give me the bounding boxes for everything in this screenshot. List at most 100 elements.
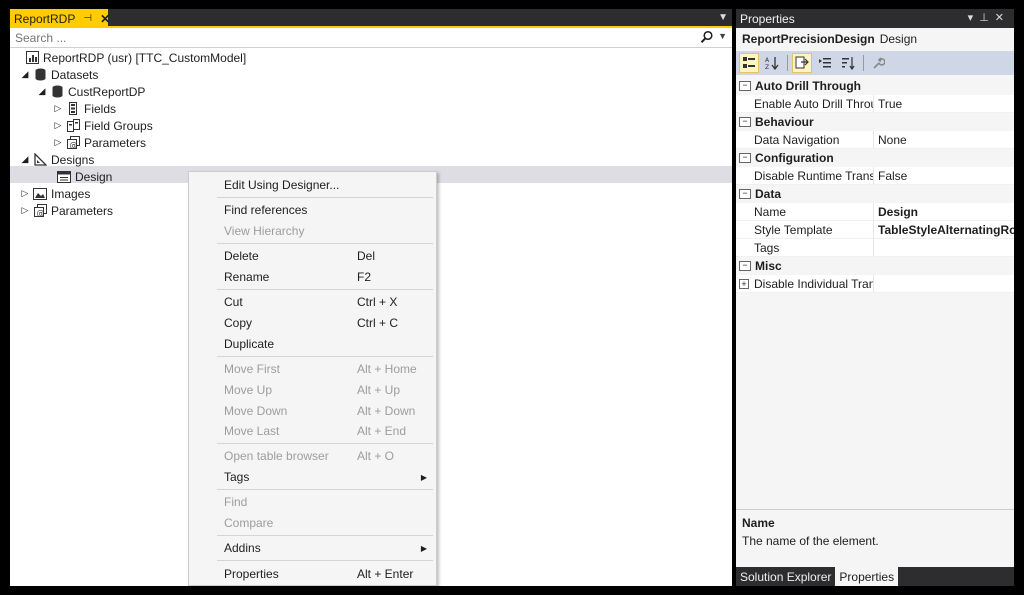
menu-shortcut: Alt + End <box>357 424 407 438</box>
menu-item-properties[interactable]: Properties Alt + Enter <box>189 564 436 584</box>
property-row-data-navigation[interactable]: Data Navigation None <box>736 131 1014 149</box>
tab-list-dropdown-icon[interactable]: ▼ <box>718 12 728 23</box>
menu-separator <box>217 356 433 357</box>
category-configuration[interactable]: − Configuration <box>736 149 1014 167</box>
menu-separator <box>217 289 433 290</box>
menu-shortcut: Alt + Up <box>357 383 401 397</box>
document-tab-reportrdp[interactable]: ReportRDP ⊣ ✕ <box>10 9 110 28</box>
category-auto-drill-through[interactable]: − Auto Drill Through <box>736 77 1014 95</box>
tree-item-datasets[interactable]: ◢ Datasets <box>18 66 99 83</box>
property-row-enable-auto-drill[interactable]: Enable Auto Drill Throug True <box>736 95 1014 113</box>
menu-item-rename[interactable]: Rename F2 <box>189 267 436 287</box>
property-row-style-template[interactable]: Style Template TableStyleAlternatingRow <box>736 221 1014 239</box>
tree-item-label: Images <box>51 186 91 201</box>
tab-solution-explorer[interactable]: Solution Explorer <box>736 567 835 586</box>
menu-separator <box>217 443 433 444</box>
parameters-icon: @ <box>65 136 81 150</box>
document-tab-strip: ReportRDP ⊣ ✕ ▼ <box>10 9 732 28</box>
alphabetical-view-button[interactable]: AZ <box>762 53 782 73</box>
menu-item-copy[interactable]: Copy Ctrl + C <box>189 313 436 333</box>
expand-icon[interactable]: + <box>739 279 749 289</box>
tab-properties[interactable]: Properties <box>835 567 899 586</box>
properties-view-button[interactable] <box>792 53 812 73</box>
category-behaviour[interactable]: − Behaviour <box>736 113 1014 131</box>
collapsed-arrow-icon[interactable]: ▷ <box>18 205 32 216</box>
property-row-tags[interactable]: Tags <box>736 239 1014 257</box>
object-type: Design <box>879 32 918 46</box>
tree-item-field-groups[interactable]: ▷ Field Groups <box>51 117 153 134</box>
toolbar-separator <box>787 55 788 71</box>
collapsed-arrow-icon[interactable]: ▷ <box>51 120 65 131</box>
expanded-arrow-icon[interactable]: ◢ <box>18 69 32 80</box>
search-input[interactable] <box>10 28 690 47</box>
menu-shortcut: Alt + Home <box>357 362 417 376</box>
menu-item-move-up[interactable]: Move Up Alt + Up <box>189 380 436 400</box>
tree-item-fields[interactable]: ▷ Fields <box>51 100 116 117</box>
tree-item-parameters[interactable]: ▷ @ Parameters <box>18 202 114 219</box>
wrench-icon <box>873 57 885 69</box>
collapse-icon[interactable]: − <box>739 261 751 271</box>
menu-item-view-hierarchy[interactable]: View Hierarchy <box>189 221 436 241</box>
properties-object-selector[interactable]: ReportPrecisionDesign Design <box>736 28 1014 50</box>
menu-shortcut: Ctrl + X <box>357 295 398 309</box>
expand-all-button[interactable] <box>815 53 835 73</box>
property-description-panel: Name The name of the element. <box>736 509 1014 567</box>
collapse-icon[interactable]: − <box>739 189 751 199</box>
svg-text:@: @ <box>69 141 77 150</box>
menu-item-addins[interactable]: Addins ▶ <box>189 538 436 558</box>
property-pages-button[interactable] <box>868 53 888 73</box>
sort-button[interactable] <box>838 53 858 73</box>
search-options-chevron-down-icon[interactable]: ▼ <box>718 31 727 41</box>
search-icon[interactable] <box>700 30 714 44</box>
menu-item-edit-using-designer[interactable]: Edit Using Designer... <box>189 175 436 195</box>
expanded-arrow-icon[interactable]: ◢ <box>18 154 32 165</box>
categorized-view-button[interactable] <box>739 53 759 73</box>
tree-item-design[interactable]: Design <box>56 168 112 185</box>
menu-item-move-last[interactable]: Move Last Alt + End <box>189 421 436 441</box>
menu-item-compare[interactable]: Compare <box>189 513 436 533</box>
tree-item-images[interactable]: ▷ Images <box>18 185 91 202</box>
window-dropdown-icon[interactable]: ▾ <box>968 12 980 24</box>
pin-icon[interactable]: ⊣ <box>83 13 92 24</box>
collapsed-arrow-icon[interactable]: ▷ <box>51 137 65 148</box>
menu-item-cut[interactable]: Cut Ctrl + X <box>189 292 436 312</box>
menu-item-duplicate[interactable]: Duplicate <box>189 334 436 354</box>
properties-title: Properties <box>740 11 795 26</box>
collapse-icon[interactable]: − <box>739 153 751 163</box>
tree-item-designs[interactable]: ◢ Designs <box>18 151 95 168</box>
database-icon <box>49 85 65 99</box>
menu-item-move-down[interactable]: Move Down Alt + Down <box>189 401 436 421</box>
collapse-icon[interactable]: − <box>739 117 751 127</box>
menu-item-tags[interactable]: Tags ▶ <box>189 467 436 487</box>
image-icon <box>32 187 48 201</box>
menu-shortcut: Alt + Down <box>357 404 416 418</box>
properties-toolbar: AZ <box>736 51 1014 75</box>
collapsed-arrow-icon[interactable]: ▷ <box>51 103 65 114</box>
tree-item-label: Parameters <box>51 203 114 218</box>
property-row-name[interactable]: Name Design <box>736 203 1014 221</box>
close-icon[interactable]: ✕ <box>995 12 1010 24</box>
tree-item-root[interactable]: ReportRDP (usr) [TTC_CustomModel] <box>24 49 246 66</box>
menu-item-open-table-browser[interactable]: Open table browser Alt + O <box>189 446 436 466</box>
expanded-arrow-icon[interactable]: ◢ <box>35 86 49 97</box>
menu-item-delete[interactable]: Delete Del <box>189 246 436 266</box>
tree-item-dataset-parameters[interactable]: ▷ @ Parameters <box>51 134 147 151</box>
menu-separator <box>217 489 433 490</box>
field-groups-icon <box>65 119 81 133</box>
properties-window-controls[interactable]: ▾⊥✕ <box>968 11 1010 24</box>
category-misc[interactable]: − Misc <box>736 257 1014 275</box>
pin-icon[interactable]: ⊥ <box>979 12 995 24</box>
menu-item-find-references[interactable]: Find references <box>189 200 436 220</box>
category-data[interactable]: − Data <box>736 185 1014 203</box>
fields-icon <box>65 102 81 116</box>
collapse-icon[interactable]: − <box>739 81 751 91</box>
design-icon <box>56 170 72 184</box>
close-icon[interactable]: ✕ <box>100 12 110 26</box>
property-row-disable-runtime[interactable]: Disable Runtime Transfo False <box>736 167 1014 185</box>
menu-shortcut: F2 <box>357 270 372 284</box>
menu-item-move-first[interactable]: Move First Alt + Home <box>189 359 436 379</box>
menu-item-find[interactable]: Find <box>189 492 436 512</box>
tree-item-custreportdp[interactable]: ◢ CustReportDP <box>35 83 146 100</box>
property-row-disable-individual[interactable]: + Disable Individual Transf <box>736 275 1014 293</box>
collapsed-arrow-icon[interactable]: ▷ <box>18 188 32 199</box>
